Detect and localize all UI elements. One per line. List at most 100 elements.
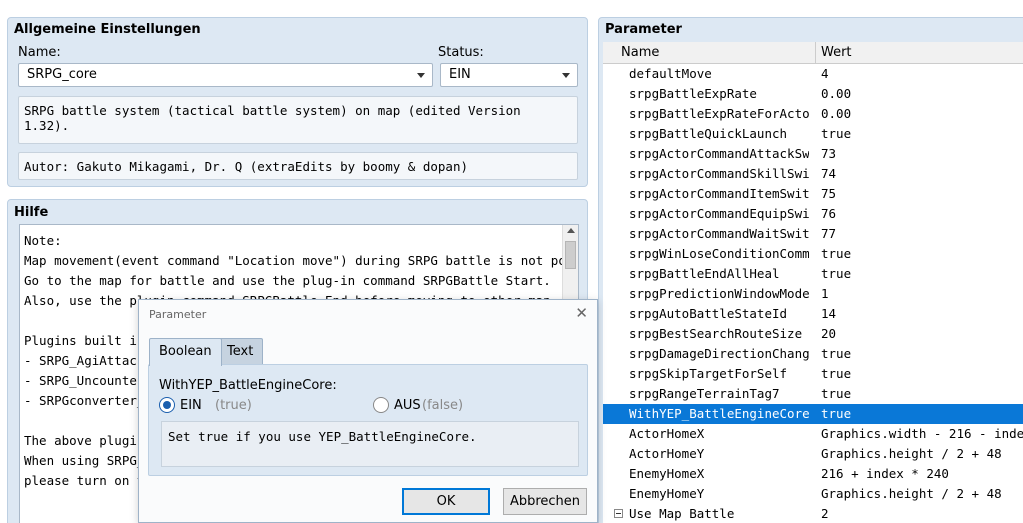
- help-line: Go to the map for battle and use the plu…: [24, 273, 551, 288]
- param-value-cell: true: [821, 386, 852, 401]
- param-name-label: WithYEP_BattleEngineCore:: [159, 378, 337, 393]
- param-name-cell: WithYEP_BattleEngineCore: [629, 406, 809, 421]
- param-value-cell: true: [821, 406, 852, 421]
- help-title: Hilfe: [14, 205, 49, 220]
- chevron-down-icon: [562, 73, 570, 78]
- dialog-description: Set true if you use YEP_BattleEngineCore…: [161, 421, 579, 467]
- table-row[interactable]: defaultMove 4: [603, 64, 1023, 84]
- plugin-name-select[interactable]: SRPG_core: [18, 63, 433, 87]
- scroll-up-icon[interactable]: [567, 228, 575, 233]
- table-row[interactable]: srpgPredictionWindowMode 1: [603, 284, 1023, 304]
- param-name-cell: srpgDamageDirectionChange: [629, 346, 809, 361]
- param-value-cell: true: [821, 266, 852, 281]
- collapse-icon[interactable]: [614, 509, 623, 518]
- param-name-cell: srpgActorCommandItemSwit···: [629, 186, 809, 201]
- radio-on-option[interactable]: EIN (true): [159, 396, 339, 416]
- param-name-cell: ActorHomeY: [629, 446, 705, 461]
- radio-off-option[interactable]: AUS (false): [373, 396, 573, 416]
- param-name-cell: defaultMove: [629, 66, 712, 81]
- param-value-cell: 2: [821, 506, 829, 521]
- close-icon[interactable]: ✕: [575, 304, 588, 322]
- chevron-down-icon: [417, 73, 425, 78]
- radio-on-label: EIN: [180, 398, 202, 413]
- table-row[interactable]: srpgWinLoseConditionComm··· true: [603, 244, 1023, 264]
- param-name-cell: srpgBattleExpRateForActors: [629, 106, 809, 121]
- param-value-cell: true: [821, 126, 852, 141]
- param-name-cell: srpgBestSearchRouteSize: [629, 326, 803, 341]
- param-name-cell: srpgWinLoseConditionComm···: [629, 246, 809, 261]
- table-row[interactable]: srpgBattleEndAllHeal true: [603, 264, 1023, 284]
- column-header-name[interactable]: Name: [621, 45, 659, 60]
- param-value-cell: Graphics.height / 2 + 48: [821, 446, 1002, 461]
- table-row[interactable]: srpgRangeTerrainTag7 true: [603, 384, 1023, 404]
- description-field[interactable]: SRPG battle system (tactical battle syst…: [18, 96, 578, 144]
- param-name-cell: srpgPredictionWindowMode: [629, 286, 809, 301]
- table-row[interactable]: srpgBattleExpRate 0.00: [603, 84, 1023, 104]
- radio-on[interactable]: [159, 397, 175, 413]
- table-row[interactable]: srpgDamageDirectionChange true: [603, 344, 1023, 364]
- param-name-cell: srpgActorCommandAttackSw···: [629, 146, 809, 161]
- boolean-tab-panel: WithYEP_BattleEngineCore: EIN (true) AUS…: [148, 364, 588, 476]
- column-divider[interactable]: [815, 42, 816, 64]
- param-value-cell: 0.00: [821, 106, 852, 121]
- tab-boolean[interactable]: Boolean: [149, 338, 222, 366]
- status-select[interactable]: EIN: [440, 63, 578, 87]
- status-label: Status:: [438, 45, 484, 60]
- param-value-cell: 4: [821, 66, 829, 81]
- param-name-cell: srpgBattleQuickLaunch: [629, 126, 788, 141]
- table-row[interactable]: srpgActorCommandWaitSwit··· 77: [603, 224, 1023, 244]
- table-row[interactable]: srpgAutoBattleStateId 14: [603, 304, 1023, 324]
- parameter-title: Parameter: [605, 22, 682, 37]
- scroll-thumb[interactable]: [565, 241, 576, 269]
- table-row[interactable]: EnemyHomeY Graphics.height / 2 + 48: [603, 484, 1023, 504]
- param-name-cell: srpgBattleExpRate: [629, 86, 757, 101]
- param-value-cell: 73: [821, 146, 837, 161]
- table-row[interactable]: srpgActorCommandItemSwit··· 75: [603, 184, 1023, 204]
- table-row[interactable]: srpgBestSearchRouteSize 20: [603, 324, 1023, 344]
- param-value-cell: 0.00: [821, 86, 852, 101]
- column-header-value[interactable]: Wert: [821, 45, 852, 60]
- table-row[interactable]: srpgActorCommandAttackSw··· 73: [603, 144, 1023, 164]
- radio-off[interactable]: [373, 397, 389, 413]
- table-header: Name Wert: [603, 42, 1023, 64]
- radio-off-label: AUS: [394, 398, 421, 413]
- status-value: EIN: [449, 67, 471, 82]
- param-name-cell: srpgAutoBattleStateId: [629, 306, 788, 321]
- param-value-cell: 77: [821, 226, 837, 241]
- param-value-cell: 1: [821, 286, 829, 301]
- table-row[interactable]: ActorHomeX Graphics.width - 216 - index *: [603, 424, 1023, 444]
- param-name-cell: srpgActorCommandEquipSwi···: [629, 206, 809, 221]
- param-name-cell: srpgActorCommandSkillSwi···: [629, 166, 809, 181]
- table-row[interactable]: EnemyHomeX 216 + index * 240: [603, 464, 1023, 484]
- table-row[interactable]: srpgBattleExpRateForActors 0.00: [603, 104, 1023, 124]
- name-label: Name:: [18, 45, 61, 60]
- dialog-title: Parameter: [149, 308, 207, 321]
- radio-on-hint: (true): [215, 398, 252, 413]
- table-row[interactable]: ActorHomeY Graphics.height / 2 + 48: [603, 444, 1023, 464]
- param-value-cell: Graphics.height / 2 + 48: [821, 486, 1002, 501]
- param-name-cell: ActorHomeX: [629, 426, 705, 441]
- author-field[interactable]: Autor: Gakuto Mikagami, Dr. Q (extraEdit…: [18, 152, 578, 180]
- table-row-selected[interactable]: WithYEP_BattleEngineCore true: [603, 404, 1023, 424]
- param-value-cell: 20: [821, 326, 837, 341]
- param-value-cell: 14: [821, 306, 837, 321]
- param-name-cell: EnemyHomeY: [629, 486, 705, 501]
- cancel-button[interactable]: Abbrechen: [503, 488, 587, 515]
- table-row[interactable]: srpgActorCommandEquipSwi··· 76: [603, 204, 1023, 224]
- general-settings-panel: Allgemeine Einstellungen Name: Status: S…: [7, 17, 588, 187]
- help-line: Note:: [24, 233, 62, 248]
- param-name-cell: srpgBattleEndAllHeal: [629, 266, 780, 281]
- help-line: Map movement(event command "Location mov…: [24, 253, 579, 268]
- param-name-cell: Use Map Battle: [629, 506, 735, 521]
- parameter-dialog: Parameter ✕ Boolean Text WithYEP_BattleE…: [138, 299, 598, 523]
- table-row[interactable]: srpgSkipTargetForSelf true: [603, 364, 1023, 384]
- table-row[interactable]: srpgBattleQuickLaunch true: [603, 124, 1023, 144]
- plugin-name-value: SRPG_core: [27, 67, 97, 82]
- table-row[interactable]: srpgActorCommandSkillSwi··· 74: [603, 164, 1023, 184]
- tab-text[interactable]: Text: [217, 338, 264, 365]
- table-row[interactable]: Use Map Battle 2: [603, 504, 1023, 523]
- param-value-cell: true: [821, 346, 852, 361]
- param-name-cell: srpgActorCommandWaitSwit···: [629, 226, 809, 241]
- ok-button[interactable]: OK: [402, 488, 490, 515]
- param-name-cell: srpgRangeTerrainTag7: [629, 386, 780, 401]
